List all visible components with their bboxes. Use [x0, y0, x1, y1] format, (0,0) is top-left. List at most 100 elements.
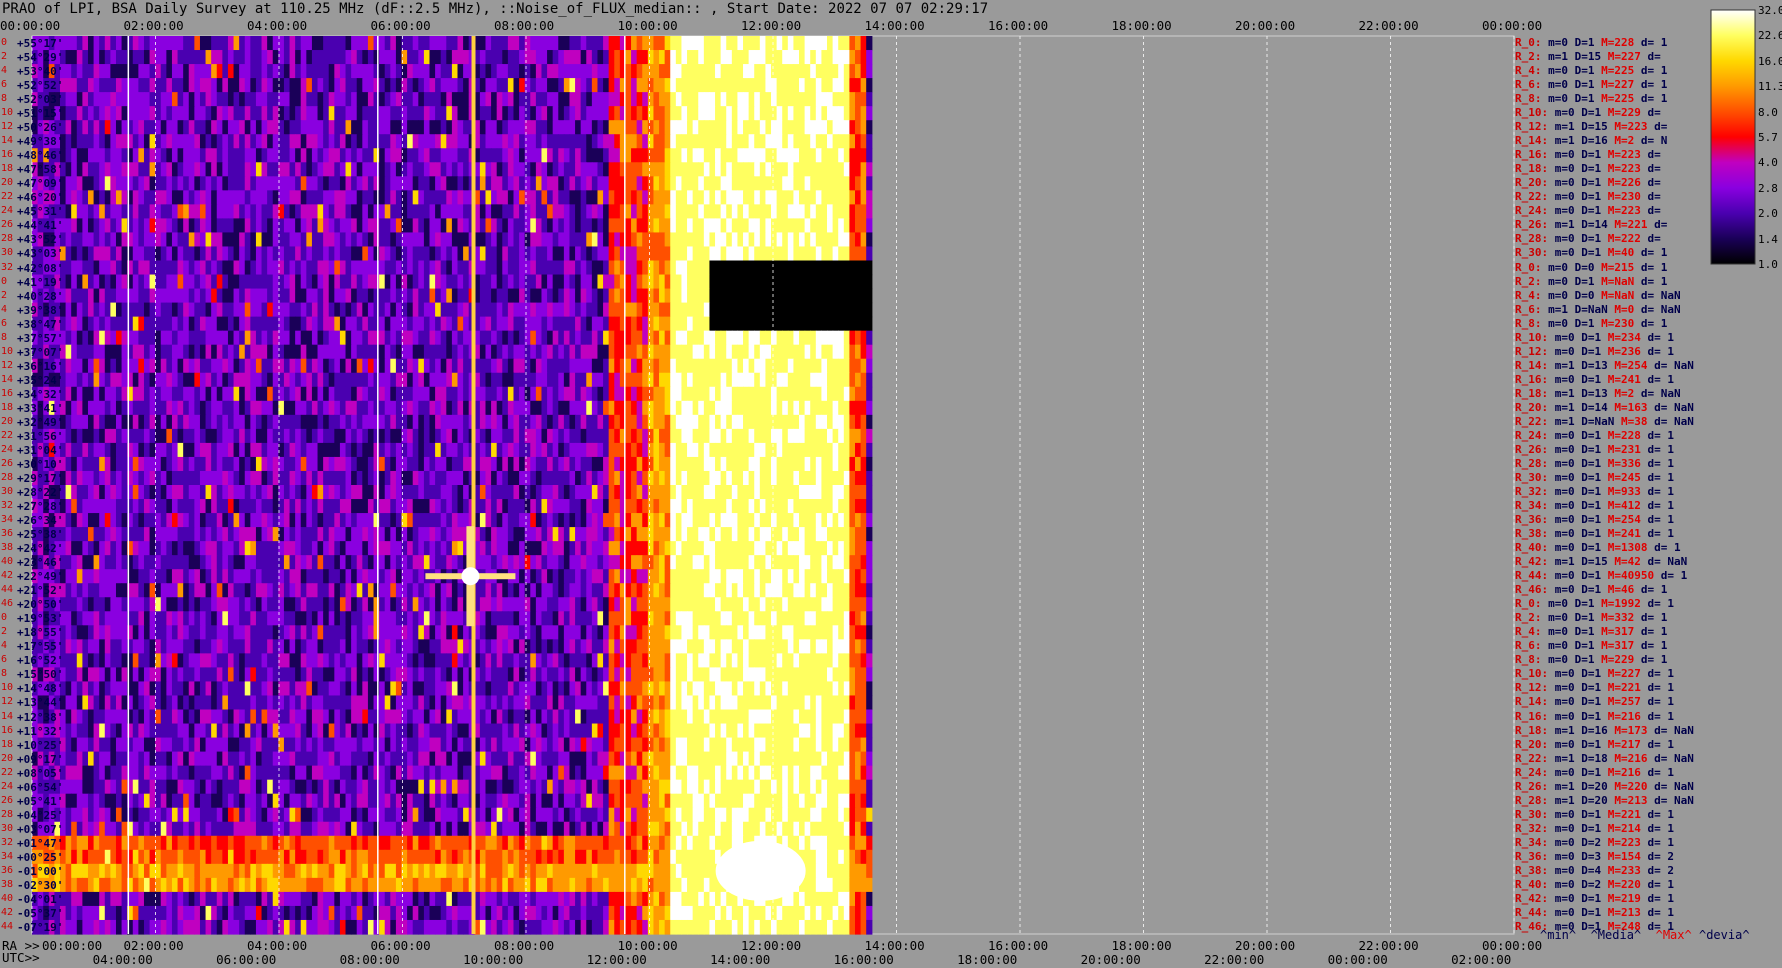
heatmap-cell — [586, 400, 593, 416]
heatmap-cell — [451, 485, 459, 500]
heatmap-cell — [703, 176, 711, 191]
heatmap-cell — [547, 134, 554, 149]
heatmap-cell — [143, 358, 151, 374]
heatmap-cell — [670, 64, 677, 79]
heatmap-cell — [423, 246, 431, 262]
heatmap-cell — [171, 274, 179, 290]
heatmap-cell — [283, 106, 291, 121]
heatmap-cell — [569, 232, 576, 248]
heatmap-cell — [748, 456, 755, 472]
heatmap-cell — [647, 344, 655, 360]
heatmap-cell — [496, 148, 503, 163]
heatmap-cell — [429, 372, 436, 388]
heatmap-cell — [866, 442, 873, 458]
heatmap-cell — [132, 162, 139, 177]
heatmap-cell — [390, 218, 397, 234]
heatmap-cell — [765, 204, 772, 220]
heatmap-cell — [715, 442, 722, 458]
heatmap-cell — [552, 204, 559, 220]
heatmap-cell — [485, 246, 492, 262]
heatmap-cell — [244, 386, 251, 402]
heatmap-cell — [675, 120, 683, 135]
heatmap-cell — [642, 36, 649, 51]
heatmap-cell — [597, 92, 604, 107]
heatmap-cell — [642, 442, 649, 458]
heatmap-cell — [754, 288, 761, 304]
heatmap-cell — [653, 400, 660, 416]
heatmap-cell — [87, 106, 95, 121]
heatmap-cell — [412, 330, 419, 346]
heatmap-cell — [502, 218, 509, 234]
heatmap-cell — [255, 78, 263, 93]
heatmap-cell — [334, 204, 341, 220]
heatmap-cell — [199, 36, 207, 51]
heatmap-cell — [194, 50, 201, 65]
heatmap-cell — [295, 190, 302, 205]
heatmap-cell — [743, 50, 750, 65]
heatmap-cell — [479, 92, 487, 107]
heatmap-cell — [765, 120, 772, 135]
heatmap-cell — [233, 358, 240, 374]
heatmap-cell — [272, 372, 279, 388]
heatmap-cell — [194, 92, 201, 107]
heatmap-cell — [143, 106, 151, 121]
heatmap-cell — [412, 400, 419, 416]
heatmap-cell — [300, 92, 307, 107]
heatmap-cell — [211, 176, 218, 191]
heatmap-cell — [244, 176, 251, 191]
heatmap-cell — [530, 134, 537, 149]
heatmap-cell — [636, 246, 643, 262]
heatmap-cell — [849, 50, 856, 65]
heatmap-cell — [670, 50, 677, 65]
heatmap-cell — [507, 36, 515, 51]
heatmap-cell — [188, 148, 195, 163]
heatmap-cell — [295, 470, 302, 486]
heatmap-cell — [87, 218, 95, 234]
heatmap-cell — [513, 64, 520, 79]
heatmap-cell — [838, 442, 845, 458]
heatmap-cell — [115, 260, 123, 276]
heatmap-cell — [334, 442, 341, 458]
heatmap-cell — [782, 246, 789, 262]
heatmap-cell — [188, 106, 195, 121]
heatmap-cell — [188, 260, 195, 276]
heatmap-cell — [530, 78, 537, 93]
heatmap-cell — [423, 288, 431, 304]
heatmap-cell — [205, 358, 212, 374]
heatmap-cell — [149, 302, 156, 318]
heatmap-cell — [205, 218, 212, 234]
heatmap-cell — [530, 400, 537, 416]
heatmap-cell — [104, 316, 111, 332]
heatmap-cell — [160, 456, 167, 472]
heatmap-cell — [530, 358, 537, 374]
heatmap-cell — [659, 64, 666, 79]
heatmap-cell — [328, 36, 335, 51]
heatmap-cell — [261, 92, 268, 107]
heatmap-cell — [636, 36, 643, 51]
heatmap-cell — [513, 386, 520, 402]
heatmap-cell — [720, 36, 727, 51]
heatmap-cell — [759, 204, 767, 220]
heatmap-cell — [155, 456, 162, 472]
heatmap-cell — [827, 64, 834, 79]
heatmap-cell — [569, 106, 576, 121]
heatmap-cell — [558, 260, 565, 276]
heatmap-cell — [317, 288, 324, 304]
heatmap-cell — [838, 470, 845, 486]
heatmap-cell — [608, 372, 615, 388]
heatmap-cell — [362, 260, 369, 276]
heatmap-cell — [440, 148, 447, 163]
heatmap-cell — [429, 106, 436, 121]
heatmap-cell — [664, 400, 671, 416]
heatmap-cell — [367, 372, 375, 388]
heatmap-cell — [608, 92, 615, 107]
heatmap-cell — [227, 148, 235, 163]
heatmap-cell — [87, 358, 95, 374]
heatmap-cell — [603, 442, 610, 458]
heatmap-cell — [211, 499, 218, 514]
heatmap-cell — [239, 134, 246, 149]
heatmap-cell — [334, 456, 341, 472]
heatmap-cell — [563, 302, 571, 318]
heatmap-cell — [827, 372, 834, 388]
heatmap-cell — [692, 204, 699, 220]
